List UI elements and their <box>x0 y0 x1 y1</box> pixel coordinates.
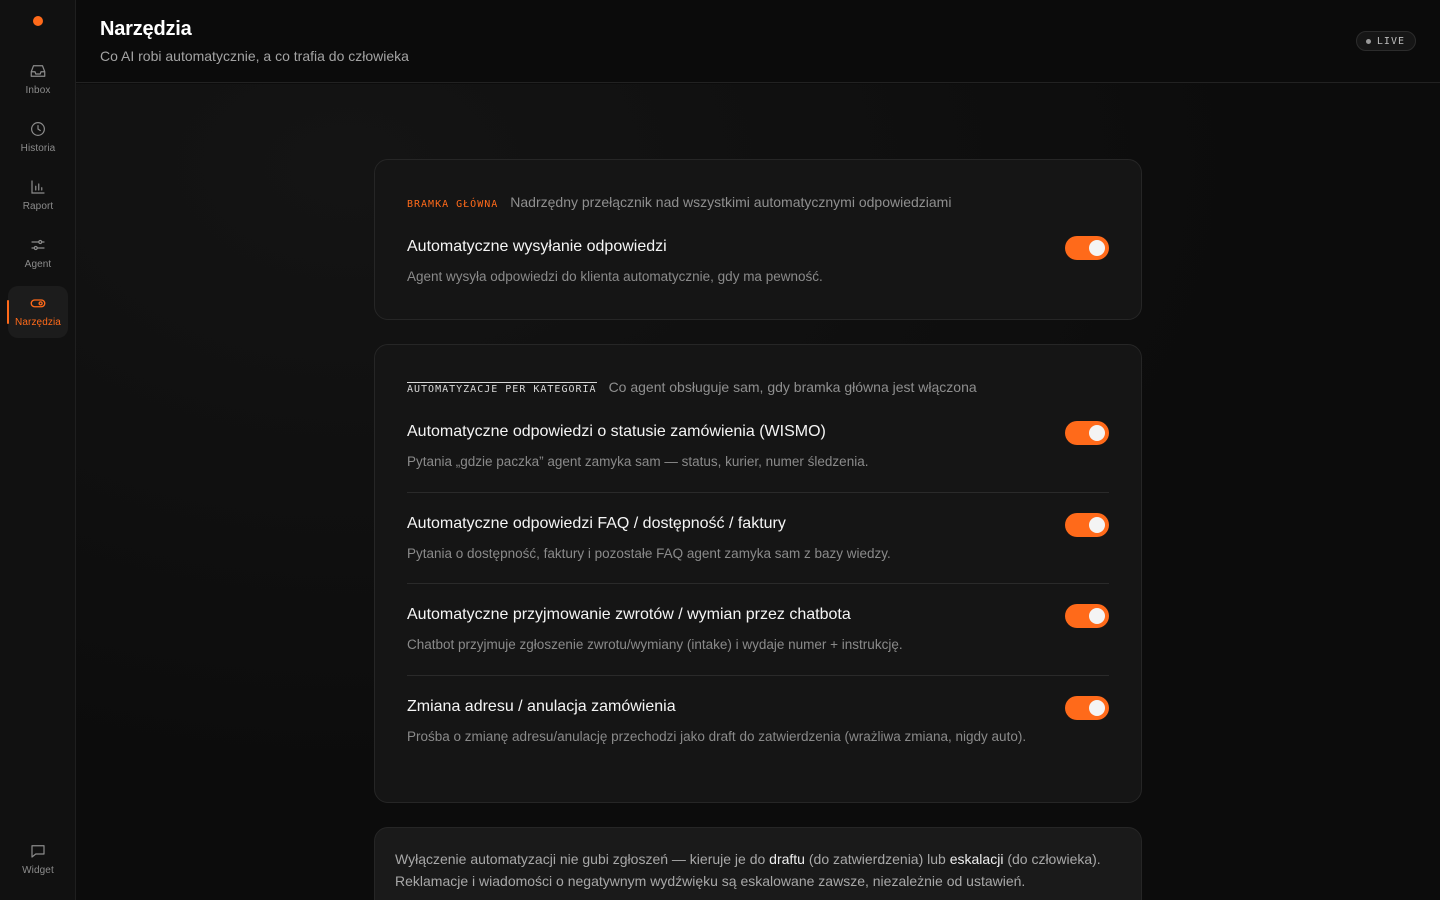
toggle-knob <box>1089 240 1105 256</box>
category-row-title: Zmiana adresu / anulacja zamówienia <box>407 698 676 715</box>
category-row-description: Pytania „gdzie paczka” agent zamyka sam … <box>407 454 869 469</box>
categories-section-description: Co agent obsługuje sam, gdy bramka główn… <box>608 379 977 395</box>
live-status-badge: LIVE <box>1355 31 1416 51</box>
toggle-icon <box>29 294 47 312</box>
gate-row: Automatyczne wysyłanie odpowiedzi Agent … <box>407 236 1109 288</box>
category-row-title: Automatyczne odpowiedzi o statusie zamów… <box>407 423 826 440</box>
live-badge-label: LIVE <box>1376 35 1405 47</box>
gate-row-description: Agent wysyła odpowiedzi do klienta autom… <box>407 269 823 284</box>
inbox-icon <box>29 62 47 80</box>
info-text-part: (do zatwierdzenia) lub <box>804 851 950 867</box>
info-text-part: (do człowieka). <box>1003 851 1101 867</box>
categories-section-header: AUTOMATYZACJE PER KATEGORIA Co agent obs… <box>407 379 977 395</box>
info-highlight-draft: draftu <box>769 851 805 867</box>
returns-toggle[interactable] <box>1065 604 1109 628</box>
main-content: BRAMKA GŁÓWNA Nadrzędny przełącznik nad … <box>76 84 1440 900</box>
brand-logo-dot <box>33 16 43 26</box>
row-divider <box>407 675 1109 676</box>
category-row-description: Pytania o dostępność, faktury i pozostał… <box>407 546 891 561</box>
sidebar-item-raport[interactable]: Raport <box>8 170 68 222</box>
category-row-description: Prośba o zmianę adresu/anulację przechod… <box>407 729 1027 744</box>
page-title: Narzędzia <box>100 18 192 40</box>
gate-section-header: BRAMKA GŁÓWNA Nadrzędny przełącznik nad … <box>407 194 951 210</box>
sidebar-item-label: Inbox <box>25 85 51 96</box>
toggle-knob <box>1089 608 1105 624</box>
toggle-knob <box>1089 700 1105 716</box>
sidebar-item-historia[interactable]: Historia <box>8 112 68 164</box>
sliders-icon <box>29 236 47 254</box>
toggle-knob <box>1089 425 1105 441</box>
gate-section-tag: BRAMKA GŁÓWNA <box>407 199 499 210</box>
sidebar-item-widget[interactable]: Widget <box>8 834 68 886</box>
sidebar-item-label: Widget <box>22 865 54 876</box>
status-dot-icon <box>1365 38 1371 44</box>
gate-card: BRAMKA GŁÓWNA Nadrzędny przełącznik nad … <box>374 159 1142 320</box>
sidebar-item-label: Agent <box>24 259 52 270</box>
app-root: Inbox Historia Raport Agent Narzędzia Wi… <box>0 0 1440 900</box>
bar-chart-icon <box>29 178 47 196</box>
category-row-address-change: Zmiana adresu / anulacja zamówienia Proś… <box>407 696 1109 748</box>
sidebar-item-agent[interactable]: Agent <box>8 228 68 280</box>
category-row-wismo: Automatyczne odpowiedzi o statusie zamów… <box>407 421 1109 473</box>
wismo-toggle[interactable] <box>1065 421 1109 445</box>
info-note-card: Wyłączenie automatyzacji nie gubi zgłosz… <box>374 827 1142 900</box>
address-change-toggle[interactable] <box>1065 696 1109 720</box>
category-row-faq: Automatyczne odpowiedzi FAQ / dostępność… <box>407 513 1109 565</box>
row-divider <box>407 492 1109 493</box>
category-row-title: Automatyczne przyjmowanie zwrotów / wymi… <box>407 606 851 623</box>
category-row-returns: Automatyczne przyjmowanie zwrotów / wymi… <box>407 604 1109 656</box>
clock-icon <box>29 120 47 138</box>
page-subtitle: Co AI robi automatycznie, a co trafia do… <box>100 48 409 64</box>
sidebar: Inbox Historia Raport Agent Narzędzia Wi… <box>0 0 76 900</box>
category-row-title: Automatyczne odpowiedzi FAQ / dostępność… <box>407 515 786 532</box>
info-note-text: Wyłączenie automatyzacji nie gubi zgłosz… <box>395 848 1121 892</box>
info-text-part: Wyłączenie automatyzacji nie gubi zgłosz… <box>395 851 770 867</box>
categories-card: AUTOMATYZACJE PER KATEGORIA Co agent obs… <box>374 344 1142 803</box>
info-highlight-escalation: eskalacji <box>949 851 1004 867</box>
gate-section-description: Nadrzędny przełącznik nad wszystkimi aut… <box>510 194 952 210</box>
gate-row-title: Automatyczne wysyłanie odpowiedzi <box>407 238 667 255</box>
chat-bubble-icon <box>29 842 47 860</box>
row-divider <box>407 583 1109 584</box>
page-header: Narzędzia Co AI robi automatycznie, a co… <box>76 0 1440 83</box>
faq-toggle[interactable] <box>1065 513 1109 537</box>
sidebar-item-label: Raport <box>22 201 54 212</box>
sidebar-item-label: Narzędzia <box>15 317 61 328</box>
sidebar-item-label: Historia <box>20 143 56 154</box>
sidebar-item-inbox[interactable]: Inbox <box>8 54 68 106</box>
category-row-description: Chatbot przyjmuje zgłoszenie zwrotu/wymi… <box>407 637 903 652</box>
toggle-knob <box>1089 517 1105 533</box>
gate-auto-send-toggle[interactable] <box>1065 236 1109 260</box>
sidebar-item-narzedzia[interactable]: Narzędzia <box>7 286 68 338</box>
info-text-line2: Reklamacje i wiadomości o negatywnym wyd… <box>395 873 1026 889</box>
categories-section-tag: AUTOMATYZACJE PER KATEGORIA <box>407 382 597 395</box>
